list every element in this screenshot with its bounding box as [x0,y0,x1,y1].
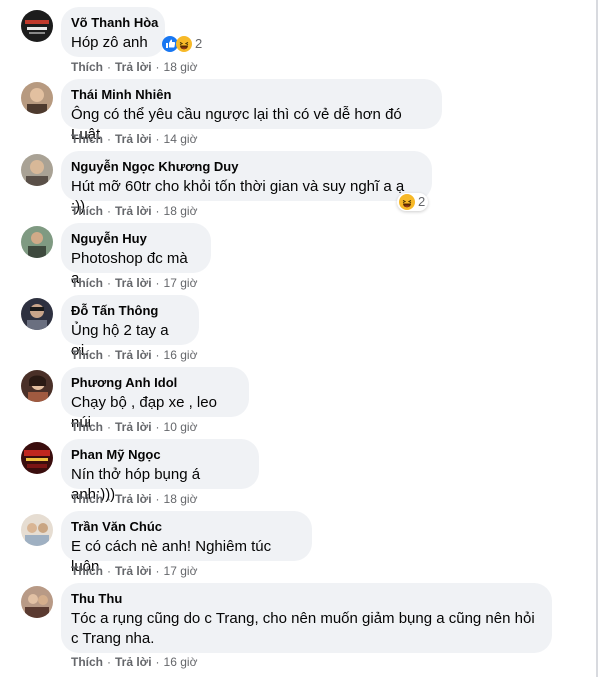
comment-bubble: Trần Văn Chúc E có cách nè anh! Nghiêm t… [61,511,312,575]
haha-icon [176,36,192,52]
reaction-count: 2 [195,36,203,51]
avatar[interactable] [21,226,53,258]
comment-actions: Thích · Trả lời · 17 giờ [71,276,198,290]
reaction-count: 2 [418,194,426,209]
reply-button[interactable]: Trả lời [115,276,152,290]
avatar[interactable] [21,442,53,474]
comment-author[interactable]: Đỗ Tấn Thông [71,303,187,319]
comment-actions: Thích · Trả lời · 16 giờ [71,655,198,669]
comment-author[interactable]: Võ Thanh Hòa [71,15,158,31]
comment-bubble: Võ Thanh Hòa Hóp zô anh [61,7,165,57]
reply-button[interactable]: Trả lời [115,348,152,362]
reply-button[interactable]: Trả lời [115,492,152,506]
comment-author[interactable]: Thái Minh Nhiên [71,87,430,103]
like-button[interactable]: Thích [71,204,103,218]
comment-timestamp[interactable]: 17 giờ [164,564,198,578]
reaction-summary[interactable]: 2 [397,193,429,211]
reply-button[interactable]: Trả lời [115,655,152,669]
comment-author[interactable]: Nguyễn Huy [71,231,199,247]
avatar[interactable] [21,370,53,402]
comment-timestamp[interactable]: 10 giờ [164,420,198,434]
comment-author[interactable]: Trần Văn Chúc [71,519,300,535]
comment-author[interactable]: Phan Mỹ Ngọc [71,447,247,463]
like-button[interactable]: Thích [71,132,103,146]
comment-actions: Thích · Trả lời · 16 giờ [71,348,198,362]
avatar[interactable] [21,514,53,546]
avatar[interactable] [21,298,53,330]
reply-button[interactable]: Trả lời [115,564,152,578]
like-button[interactable]: Thích [71,655,103,669]
comment-actions: Thích · Trả lời · 17 giờ [71,564,198,578]
comment-bubble: Nguyễn Huy Photoshop đc mà a [61,223,211,287]
comment-list: Võ Thanh Hòa Hóp zô anh 2 Thích · Trả lời ·… [0,0,598,677]
like-button[interactable]: Thích [71,60,103,74]
reply-button[interactable]: Trả lời [115,420,152,434]
comment-timestamp[interactable]: 14 giờ [164,132,198,146]
like-button[interactable]: Thích [71,276,103,290]
comment-bubble: Thu Thu Tóc a rụng cũng do c Trang, cho … [61,583,552,653]
comment-text: Hóp zô anh [71,34,148,51]
comment-timestamp[interactable]: 16 giờ [164,348,198,362]
comment-actions: Thích · Trả lời · 18 giờ [71,60,198,74]
avatar[interactable] [21,82,53,114]
avatar[interactable] [21,10,53,42]
like-button[interactable]: Thích [71,420,103,434]
reply-button[interactable]: Trả lời [115,204,152,218]
like-button[interactable]: Thích [71,348,103,362]
comment-timestamp[interactable]: 17 giờ [164,276,198,290]
comment-text: Tóc a rụng cũng do c Trang, cho nên muốn… [71,610,535,647]
avatar[interactable] [21,154,53,186]
avatar[interactable] [21,586,53,618]
comment-timestamp[interactable]: 18 giờ [164,492,198,506]
comment-bubble: Nguyễn Ngọc Khương Duy Hút mỡ 60tr cho k… [61,151,432,215]
comment-actions: Thích · Trả lời · 10 giờ [71,420,198,434]
comment-timestamp[interactable]: 18 giờ [164,204,198,218]
comment-author[interactable]: Thu Thu [71,591,540,607]
like-button[interactable]: Thích [71,492,103,506]
comment-actions: Thích · Trả lời · 18 giờ [71,204,198,218]
comment-timestamp[interactable]: 18 giờ [164,60,198,74]
comment-bubble: Phương Anh Idol Chạy bộ , đạp xe , leo n… [61,367,249,431]
comment-actions: Thích · Trả lời · 14 giờ [71,132,198,146]
comment-author[interactable]: Phương Anh Idol [71,375,237,391]
comment-author[interactable]: Nguyễn Ngọc Khương Duy [71,159,420,175]
comment-timestamp[interactable]: 16 giờ [164,655,198,669]
like-button[interactable]: Thích [71,564,103,578]
comment-actions: Thích · Trả lời · 18 giờ [71,492,198,506]
haha-icon [399,194,415,210]
comment-bubble: Thái Minh Nhiên Ông có thể yêu cầu ngược… [61,79,442,143]
reaction-summary[interactable]: 2 [160,35,205,53]
comment-bubble: Đỗ Tấn Thông Ủng hộ 2 tay a ơi. [61,295,199,359]
reply-button[interactable]: Trả lời [115,132,152,146]
reply-button[interactable]: Trả lời [115,60,152,74]
comment-bubble: Phan Mỹ Ngọc Nín thở hóp bụng á anh:))) [61,439,259,503]
